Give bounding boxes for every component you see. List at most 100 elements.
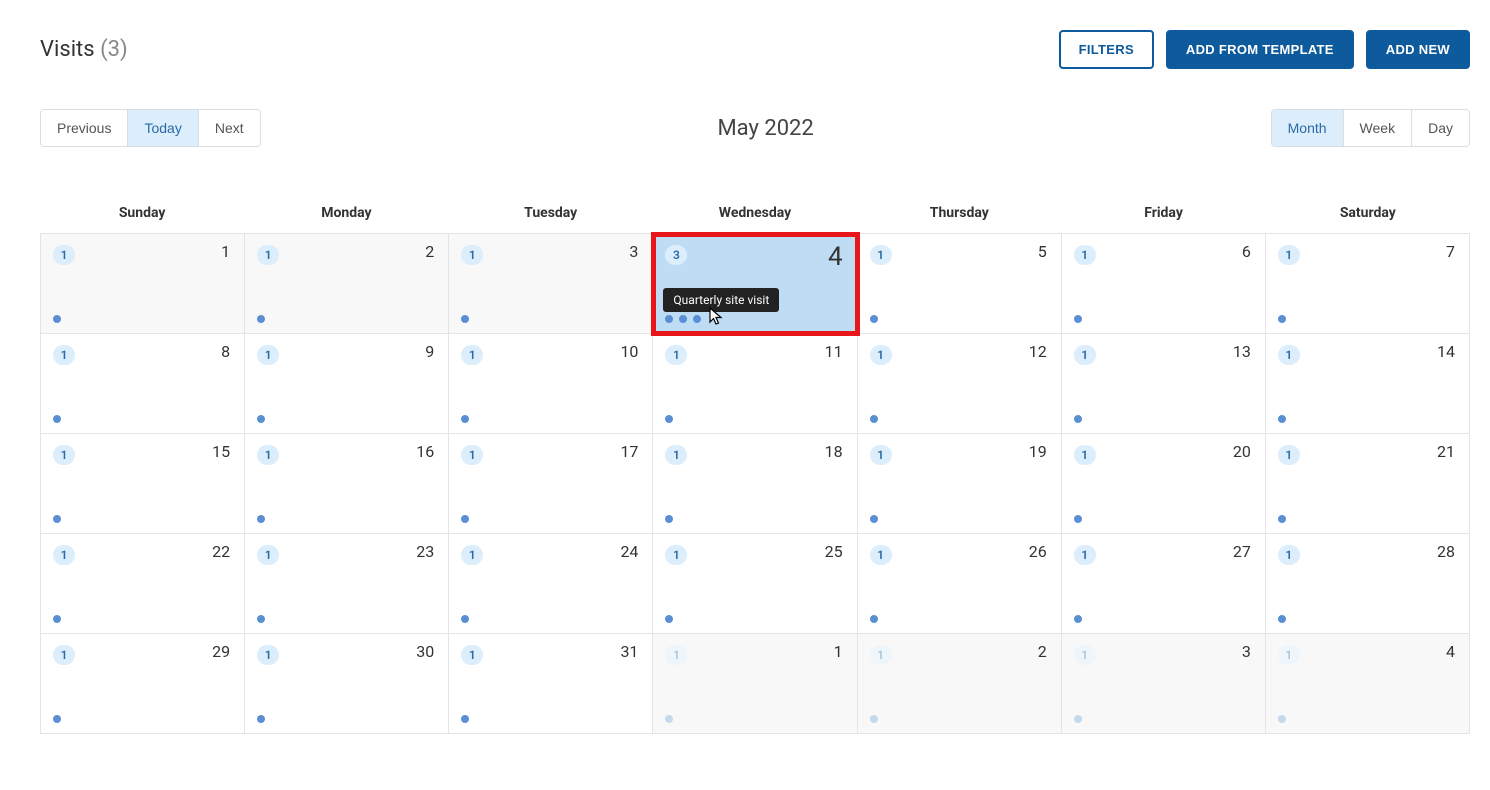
- day-cell[interactable]: 71: [1266, 234, 1469, 334]
- visit-count-badge[interactable]: 1: [1074, 345, 1096, 365]
- visit-count-badge[interactable]: 1: [53, 545, 75, 565]
- visit-count-badge[interactable]: 1: [461, 345, 483, 365]
- day-cell[interactable]: 261: [858, 534, 1062, 634]
- day-cell[interactable]: 281: [1266, 534, 1469, 634]
- day-cell[interactable]: 171: [449, 434, 653, 534]
- day-cell[interactable]: 181: [653, 434, 857, 534]
- day-cell[interactable]: 11: [653, 634, 857, 734]
- event-dot[interactable]: [53, 615, 61, 623]
- event-dot[interactable]: [870, 315, 878, 323]
- visit-count-badge[interactable]: 1: [461, 245, 483, 265]
- visit-count-badge[interactable]: 1: [257, 545, 279, 565]
- visit-count-badge[interactable]: 1: [53, 345, 75, 365]
- visit-count-badge[interactable]: 1: [53, 245, 75, 265]
- event-dot[interactable]: [257, 615, 265, 623]
- day-cell[interactable]: 81: [41, 334, 245, 434]
- event-dot[interactable]: [461, 715, 469, 723]
- event-dot[interactable]: [53, 715, 61, 723]
- visit-count-badge[interactable]: 1: [1074, 545, 1096, 565]
- visit-count-badge[interactable]: 1: [870, 245, 892, 265]
- event-dot[interactable]: [1278, 515, 1286, 523]
- visit-count-badge[interactable]: 1: [53, 645, 75, 665]
- visit-count-badge[interactable]: 1: [665, 345, 687, 365]
- add-from-template-button[interactable]: ADD FROM TEMPLATE: [1166, 30, 1354, 69]
- event-dot[interactable]: [1074, 515, 1082, 523]
- next-button[interactable]: Next: [199, 110, 260, 146]
- visit-count-badge[interactable]: 1: [665, 445, 687, 465]
- visit-count-badge[interactable]: 1: [870, 645, 892, 665]
- today-button[interactable]: Today: [128, 110, 198, 146]
- visit-count-badge[interactable]: 1: [1278, 645, 1300, 665]
- visit-count-badge[interactable]: 1: [257, 445, 279, 465]
- day-cell[interactable]: 21: [245, 234, 449, 334]
- add-new-button[interactable]: ADD NEW: [1366, 30, 1470, 69]
- day-cell[interactable]: 101: [449, 334, 653, 434]
- day-cell[interactable]: 111: [653, 334, 857, 434]
- event-dot[interactable]: [1278, 415, 1286, 423]
- event-dot[interactable]: [665, 315, 673, 323]
- day-cell[interactable]: 211: [1266, 434, 1469, 534]
- event-dot[interactable]: [665, 615, 673, 623]
- visit-count-badge[interactable]: 1: [1278, 345, 1300, 365]
- visit-count-badge[interactable]: 1: [257, 645, 279, 665]
- event-dot[interactable]: [257, 715, 265, 723]
- day-cell[interactable]: 191: [858, 434, 1062, 534]
- event-dot[interactable]: [679, 315, 687, 323]
- event-dot[interactable]: [53, 515, 61, 523]
- event-dot[interactable]: [665, 715, 673, 723]
- visit-count-badge[interactable]: 1: [461, 445, 483, 465]
- event-dot[interactable]: [1074, 615, 1082, 623]
- day-cell[interactable]: 61: [1062, 234, 1266, 334]
- visit-count-badge[interactable]: 1: [461, 545, 483, 565]
- event-dot[interactable]: [53, 415, 61, 423]
- day-cell[interactable]: 141: [1266, 334, 1469, 434]
- event-dot[interactable]: [665, 415, 673, 423]
- event-dot[interactable]: [1278, 315, 1286, 323]
- day-cell[interactable]: 31: [449, 234, 653, 334]
- day-cell[interactable]: 251: [653, 534, 857, 634]
- day-cell[interactable]: 161: [245, 434, 449, 534]
- day-cell[interactable]: 11: [41, 234, 245, 334]
- day-cell[interactable]: 231: [245, 534, 449, 634]
- event-dot[interactable]: [1074, 315, 1082, 323]
- visit-count-badge[interactable]: 1: [1278, 245, 1300, 265]
- day-cell[interactable]: 301: [245, 634, 449, 734]
- event-dot[interactable]: [461, 415, 469, 423]
- day-cell[interactable]: 41: [1266, 634, 1469, 734]
- day-cell[interactable]: 91: [245, 334, 449, 434]
- day-cell[interactable]: 121: [858, 334, 1062, 434]
- visit-count-badge[interactable]: 1: [870, 445, 892, 465]
- visit-count-badge[interactable]: 1: [461, 645, 483, 665]
- event-dot[interactable]: [257, 415, 265, 423]
- day-cell[interactable]: 43Quarterly site visit: [653, 234, 857, 334]
- day-cell[interactable]: 201: [1062, 434, 1266, 534]
- visit-count-badge[interactable]: 1: [1074, 245, 1096, 265]
- visit-count-badge[interactable]: 1: [1278, 545, 1300, 565]
- day-cell[interactable]: 151: [41, 434, 245, 534]
- visit-count-badge[interactable]: 1: [53, 445, 75, 465]
- event-dot[interactable]: [870, 615, 878, 623]
- filters-button[interactable]: FILTERS: [1059, 30, 1154, 69]
- event-dot[interactable]: [53, 315, 61, 323]
- day-cell[interactable]: 51: [858, 234, 1062, 334]
- day-cell[interactable]: 241: [449, 534, 653, 634]
- visit-count-badge[interactable]: 1: [257, 345, 279, 365]
- view-month-button[interactable]: Month: [1272, 110, 1344, 146]
- event-dot[interactable]: [870, 715, 878, 723]
- event-dot[interactable]: [461, 515, 469, 523]
- event-dot[interactable]: [665, 515, 673, 523]
- previous-button[interactable]: Previous: [41, 110, 128, 146]
- event-dot[interactable]: [870, 515, 878, 523]
- visit-count-badge[interactable]: 1: [870, 345, 892, 365]
- visit-count-badge[interactable]: 1: [870, 545, 892, 565]
- day-cell[interactable]: 131: [1062, 334, 1266, 434]
- view-week-button[interactable]: Week: [1344, 110, 1413, 146]
- event-dot[interactable]: [257, 315, 265, 323]
- event-dot[interactable]: [1074, 715, 1082, 723]
- visit-count-badge[interactable]: 1: [665, 545, 687, 565]
- visit-count-badge[interactable]: 1: [1074, 645, 1096, 665]
- day-cell[interactable]: 31: [1062, 634, 1266, 734]
- view-day-button[interactable]: Day: [1412, 110, 1469, 146]
- event-dot[interactable]: [1278, 615, 1286, 623]
- event-dot[interactable]: [1278, 715, 1286, 723]
